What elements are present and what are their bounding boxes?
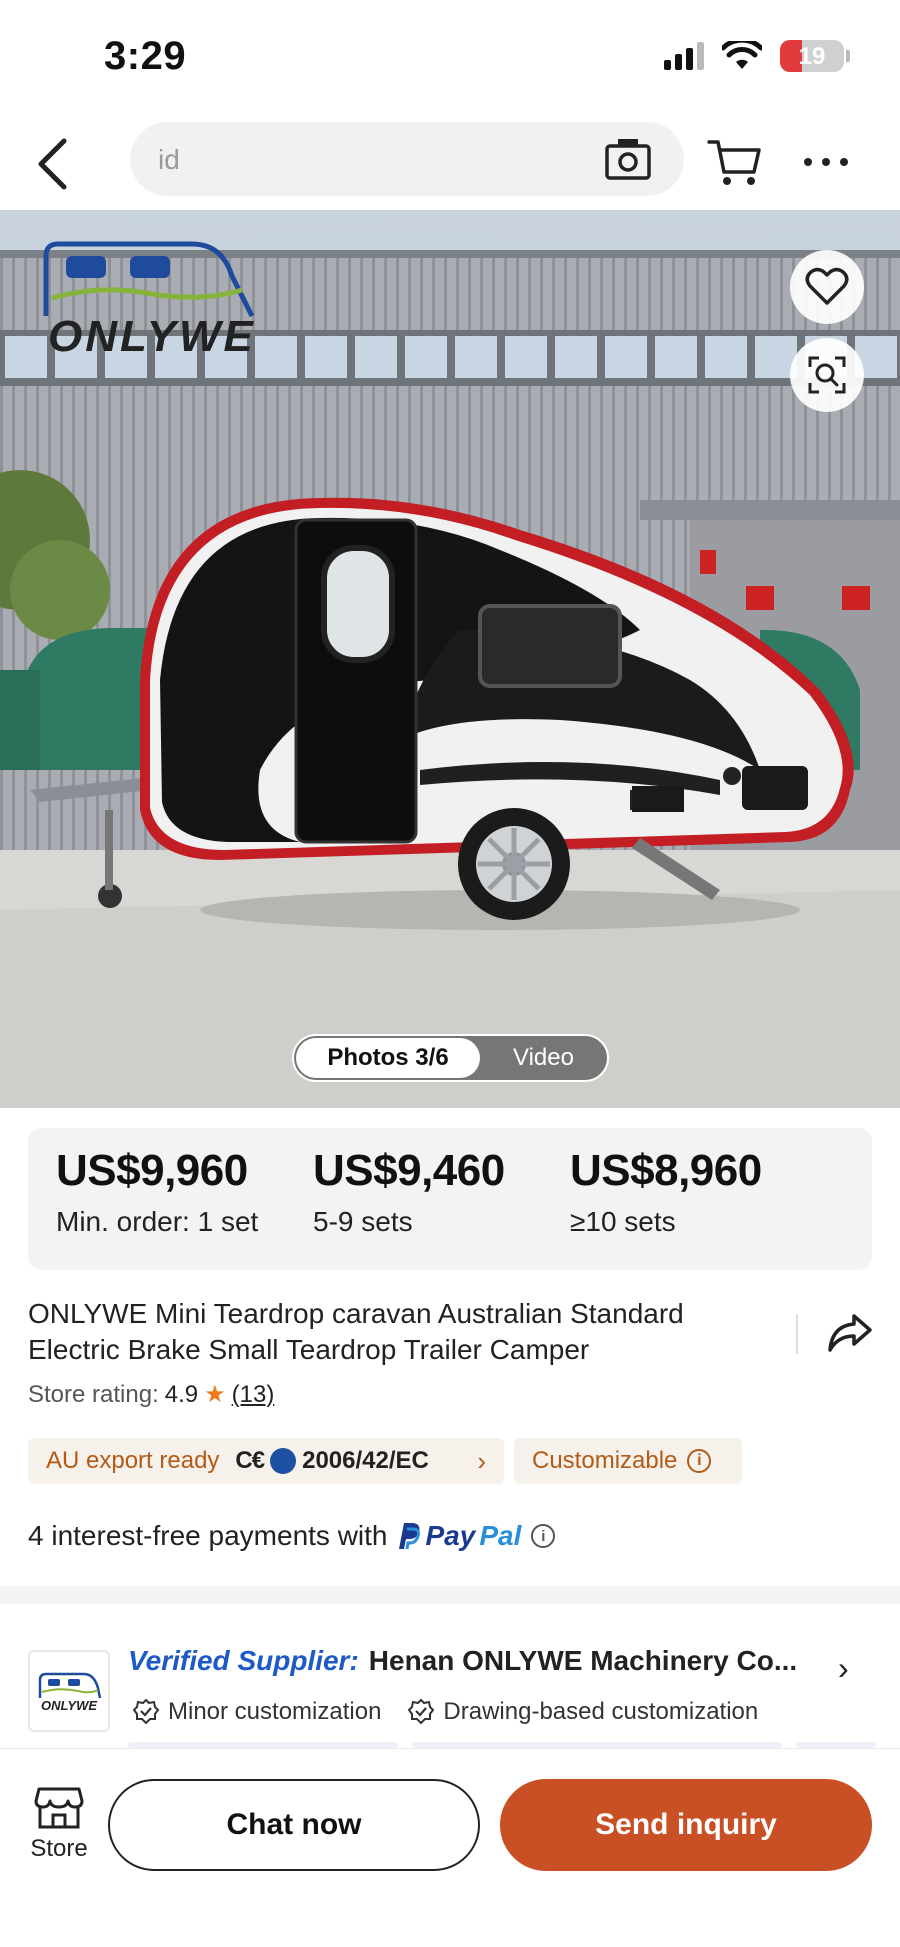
photos-tab[interactable]: Photos 3/6: [296, 1038, 480, 1078]
supplier-logo-text: ONLYWE: [40, 1698, 98, 1713]
video-tab[interactable]: Video: [480, 1044, 607, 1072]
customizable-chip[interactable]: Customizable i: [514, 1438, 742, 1484]
price-tiers: US$9,960 Min. order: 1 set US$9,460 5-9 …: [28, 1128, 872, 1270]
customization-label: Minor customization: [168, 1698, 382, 1725]
brand-logo: ONLYWE: [40, 236, 260, 366]
paypal-logo: Pay Pal: [398, 1520, 522, 1552]
brand-logo-text: ONLYWE: [48, 312, 256, 361]
payment-text: 4 interest-free payments with: [28, 1520, 388, 1551]
rating-value: 4.9: [164, 1380, 199, 1408]
chat-now-button[interactable]: Chat now: [108, 1779, 480, 1871]
supplier-name-link[interactable]: Verified Supplier: Henan ONLYWE Machiner…: [128, 1645, 828, 1677]
more-icon[interactable]: [800, 142, 852, 182]
camera-icon[interactable]: [604, 136, 652, 182]
supplier-name: Henan ONLYWE Machinery Co...: [368, 1645, 798, 1676]
back-button[interactable]: [24, 132, 80, 196]
share-icon[interactable]: [826, 1312, 874, 1356]
tier-quantity: 5-9 sets: [313, 1206, 413, 1237]
eu-certification-icon: [270, 1448, 297, 1474]
tier-price: US$9,460: [313, 1146, 505, 1195]
price-tier: US$8,960 ≥10 sets: [570, 1128, 827, 1270]
price-tier: US$9,960 Min. order: 1 set: [56, 1128, 313, 1270]
section-divider: [0, 1586, 900, 1604]
rating-count-link[interactable]: (13): [232, 1381, 275, 1409]
supplier-logo[interactable]: ONLYWE: [28, 1650, 110, 1732]
media-toggle[interactable]: Photos 3/6 Video: [292, 1034, 609, 1082]
certification-marks: C€ 2006/42/EC: [235, 1447, 429, 1475]
bottom-action-bar: Store Chat now Send inquiry: [0, 1748, 900, 1947]
paypal-icon: [398, 1523, 420, 1550]
paypal-pal: Pal: [479, 1520, 522, 1551]
store-button[interactable]: Store: [24, 1785, 94, 1863]
verified-check-icon: [132, 1698, 160, 1725]
wifi-icon: [722, 41, 762, 69]
directive-code: 2006/42/EC: [302, 1447, 429, 1474]
chevron-right-icon[interactable]: ›: [838, 1650, 849, 1687]
heart-icon: [805, 267, 849, 305]
store-label: Store: [30, 1835, 88, 1862]
battery-level: 19: [798, 43, 826, 70]
product-title: ONLYWE Mini Teardrop caravan Australian …: [28, 1298, 684, 1365]
divider: [796, 1314, 798, 1354]
customization-item: Minor customization: [132, 1698, 381, 1726]
send-inquiry-button[interactable]: Send inquiry: [500, 1779, 872, 1871]
cellular-signal-icon: [664, 42, 704, 70]
image-search-button[interactable]: [790, 338, 864, 412]
verified-check-icon: [408, 1698, 435, 1725]
store-icon: [34, 1787, 84, 1829]
tier-quantity: Min. order: 1 set: [56, 1206, 259, 1237]
star-icon: ★: [204, 1381, 226, 1408]
export-label: AU export ready: [46, 1447, 220, 1474]
tier-price: US$9,960: [56, 1146, 248, 1195]
cart-icon[interactable]: [706, 132, 764, 190]
chevron-left-icon: [38, 138, 67, 190]
info-icon: i: [687, 1449, 712, 1473]
export-ready-chip[interactable]: AU export ready C€ 2006/42/EC ›: [28, 1438, 504, 1484]
payment-info[interactable]: 4 interest-free payments with Pay Pal i: [28, 1520, 556, 1552]
ce-mark: C€: [235, 1447, 265, 1474]
battery-icon: 19: [780, 40, 850, 72]
chevron-right-icon: ›: [477, 1445, 486, 1476]
tier-quantity: ≥10 sets: [570, 1206, 676, 1237]
customization-item: Drawing-based customization: [407, 1698, 758, 1726]
search-input[interactable]: id: [130, 122, 684, 196]
status-bar: 3:29 19: [0, 0, 900, 118]
tier-price: US$8,960: [570, 1146, 762, 1195]
top-nav: id: [0, 118, 900, 210]
price-tier: US$9,460 5-9 sets: [313, 1128, 570, 1270]
customizable-label: Customizable: [532, 1447, 678, 1474]
verified-supplier-badge: Verified Supplier:: [128, 1645, 359, 1676]
supplier-logo-image: [38, 1672, 102, 1699]
search-value: id: [158, 144, 180, 175]
favorite-button[interactable]: [790, 250, 864, 324]
customization-options: Minor customization Drawing-based custom…: [132, 1698, 758, 1726]
info-icon[interactable]: i: [531, 1524, 556, 1548]
status-icons: 19: [664, 40, 850, 72]
status-time: 3:29: [104, 34, 187, 78]
rating-label: Store rating:: [28, 1380, 159, 1408]
store-rating: Store rating: 4.9 ★ (13): [28, 1380, 274, 1409]
paypal-pay: Pay: [425, 1520, 476, 1551]
image-search-icon: [808, 356, 846, 394]
product-image-gallery[interactable]: ONLYWE Photos 3/6 Video: [0, 210, 900, 1108]
customization-label: Drawing-based customization: [443, 1698, 759, 1725]
